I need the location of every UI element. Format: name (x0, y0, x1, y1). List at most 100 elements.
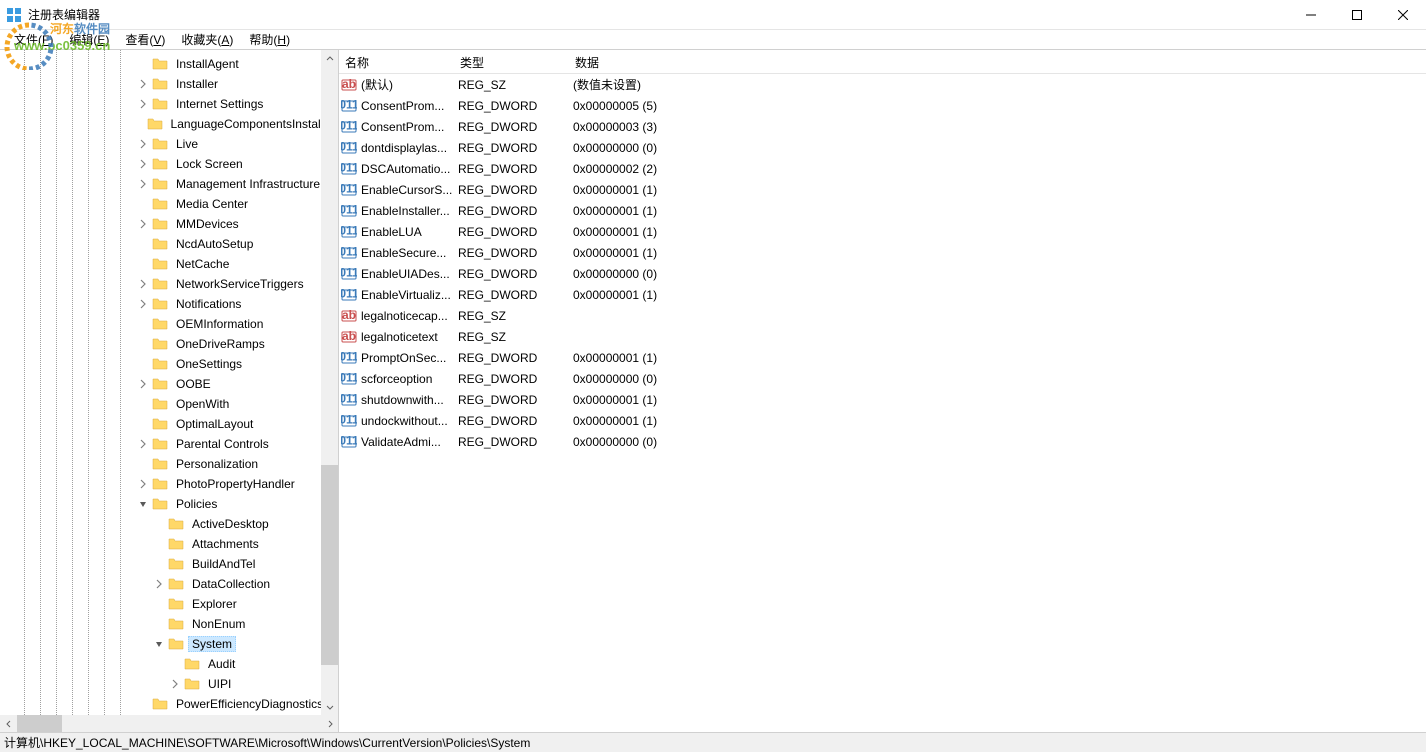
value-row[interactable]: 011shutdownwith...REG_DWORD0x00000001 (1… (339, 389, 1426, 410)
chevron-right-icon[interactable] (136, 217, 150, 231)
value-row[interactable]: ablegalnoticecap...REG_SZ (339, 305, 1426, 326)
tree-horizontal-scrollbar[interactable] (0, 715, 338, 732)
value-row[interactable]: 011scforceoptionREG_DWORD0x00000000 (0) (339, 368, 1426, 389)
value-row[interactable]: 011ConsentProm...REG_DWORD0x00000005 (5) (339, 95, 1426, 116)
tree-item[interactable]: NetCache (0, 254, 338, 274)
folder-icon (168, 636, 184, 652)
tree-item[interactable]: Notifications (0, 294, 338, 314)
chevron-right-icon[interactable] (136, 277, 150, 291)
tree-item[interactable]: LanguageComponentsInstaller (0, 114, 338, 134)
scroll-down-button[interactable] (321, 698, 338, 715)
tree-item[interactable]: Installer (0, 74, 338, 94)
tree-label: OEMInformation (172, 316, 267, 332)
tree-item[interactable]: Parental Controls (0, 434, 338, 454)
chevron-right-icon[interactable] (136, 297, 150, 311)
minimize-button[interactable] (1288, 0, 1334, 30)
tree-label: NonEnum (188, 616, 249, 632)
chevron-down-icon[interactable] (136, 497, 150, 511)
column-header-type[interactable]: 类型 (454, 50, 569, 73)
value-row[interactable]: 011EnableVirtualiz...REG_DWORD0x00000001… (339, 284, 1426, 305)
chevron-right-icon[interactable] (136, 177, 150, 191)
tree-item[interactable]: System (0, 634, 338, 654)
value-row[interactable]: 011EnableInstaller...REG_DWORD0x00000001… (339, 200, 1426, 221)
maximize-button[interactable] (1334, 0, 1380, 30)
tree-item[interactable]: ActiveDesktop (0, 514, 338, 534)
folder-icon (168, 576, 184, 592)
expander-blank (136, 257, 150, 271)
value-row[interactable]: ablegalnoticetextREG_SZ (339, 326, 1426, 347)
tree-item[interactable]: DataCollection (0, 574, 338, 594)
tree-item[interactable]: Audit (0, 654, 338, 674)
value-row[interactable]: 011EnableCursorS...REG_DWORD0x00000001 (… (339, 179, 1426, 200)
tree-item[interactable]: Attachments (0, 534, 338, 554)
value-row[interactable]: 011DSCAutomatio...REG_DWORD0x00000002 (2… (339, 158, 1426, 179)
scroll-up-button[interactable] (321, 50, 338, 67)
value-row[interactable]: 011EnableLUAREG_DWORD0x00000001 (1) (339, 221, 1426, 242)
tree-item[interactable]: OEMInformation (0, 314, 338, 334)
value-name: ConsentProm... (361, 120, 454, 134)
menu-help[interactable]: 帮助(H) (241, 31, 298, 48)
scroll-right-button[interactable] (321, 715, 338, 732)
tree-item[interactable]: NonEnum (0, 614, 338, 634)
tree-item[interactable]: MMDevices (0, 214, 338, 234)
tree-item[interactable]: NcdAutoSetup (0, 234, 338, 254)
value-row[interactable]: 011undockwithout...REG_DWORD0x00000001 (… (339, 410, 1426, 431)
folder-icon (184, 676, 200, 692)
value-type: REG_SZ (454, 330, 569, 344)
chevron-right-icon[interactable] (136, 437, 150, 451)
tree-item[interactable]: OneSettings (0, 354, 338, 374)
tree-item[interactable]: PhotoPropertyHandler (0, 474, 338, 494)
tree-item[interactable]: Media Center (0, 194, 338, 214)
tree-item[interactable]: Internet Settings (0, 94, 338, 114)
scroll-thumb-vertical[interactable] (321, 465, 338, 665)
chevron-right-icon[interactable] (136, 77, 150, 91)
tree-item[interactable]: OOBE (0, 374, 338, 394)
chevron-right-icon[interactable] (136, 157, 150, 171)
tree-item[interactable]: PowerEfficiencyDiagnostics (0, 694, 338, 714)
chevron-right-icon[interactable] (136, 97, 150, 111)
tree-item[interactable]: Personalization (0, 454, 338, 474)
value-row[interactable]: 011ValidateAdmi...REG_DWORD0x00000000 (0… (339, 431, 1426, 452)
menu-edit[interactable]: 编辑(E) (61, 31, 117, 48)
tree-item[interactable]: BuildAndTel (0, 554, 338, 574)
close-button[interactable] (1380, 0, 1426, 30)
tree-item[interactable]: NetworkServiceTriggers (0, 274, 338, 294)
value-row[interactable]: 011EnableUIADes...REG_DWORD0x00000000 (0… (339, 263, 1426, 284)
menu-favorites[interactable]: 收藏夹(A) (173, 31, 241, 48)
value-row[interactable]: 011ConsentProm...REG_DWORD0x00000003 (3) (339, 116, 1426, 137)
expander-blank (136, 317, 150, 331)
value-name: EnableSecure... (361, 246, 454, 260)
column-header-data[interactable]: 数据 (569, 50, 1426, 73)
tree-item[interactable]: Policies (0, 494, 338, 514)
chevron-down-icon[interactable] (152, 637, 166, 651)
value-row[interactable]: 011PromptOnSec...REG_DWORD0x00000001 (1) (339, 347, 1426, 368)
tree-item[interactable]: Lock Screen (0, 154, 338, 174)
menu-file[interactable]: 文件(F) (6, 31, 61, 48)
tree-vertical-scrollbar[interactable] (321, 50, 338, 715)
dword-value-icon: 011 (341, 98, 357, 114)
tree-item[interactable]: InstallAgent (0, 54, 338, 74)
value-data: 0x00000001 (1) (569, 288, 1426, 302)
tree-item[interactable]: UIPI (0, 674, 338, 694)
tree-item[interactable]: OpenWith (0, 394, 338, 414)
chevron-right-icon[interactable] (168, 677, 182, 691)
column-header-name[interactable]: 名称 (339, 50, 454, 73)
scroll-left-button[interactable] (0, 715, 17, 732)
tree-item[interactable]: Management Infrastructure (0, 174, 338, 194)
chevron-right-icon[interactable] (136, 477, 150, 491)
menu-view[interactable]: 查看(V) (117, 31, 173, 48)
tree-label: Notifications (172, 296, 245, 312)
tree-item[interactable]: OneDriveRamps (0, 334, 338, 354)
tree-item[interactable]: OptimalLayout (0, 414, 338, 434)
scroll-thumb-horizontal[interactable] (17, 715, 62, 732)
value-row[interactable]: ab(默认)REG_SZ(数值未设置) (339, 74, 1426, 95)
chevron-right-icon[interactable] (136, 137, 150, 151)
chevron-right-icon[interactable] (152, 577, 166, 591)
chevron-right-icon[interactable] (136, 377, 150, 391)
tree-item[interactable]: Explorer (0, 594, 338, 614)
folder-icon (152, 296, 168, 312)
folder-icon (152, 236, 168, 252)
tree-item[interactable]: Live (0, 134, 338, 154)
value-row[interactable]: 011EnableSecure...REG_DWORD0x00000001 (1… (339, 242, 1426, 263)
value-row[interactable]: 011dontdisplaylas...REG_DWORD0x00000000 … (339, 137, 1426, 158)
